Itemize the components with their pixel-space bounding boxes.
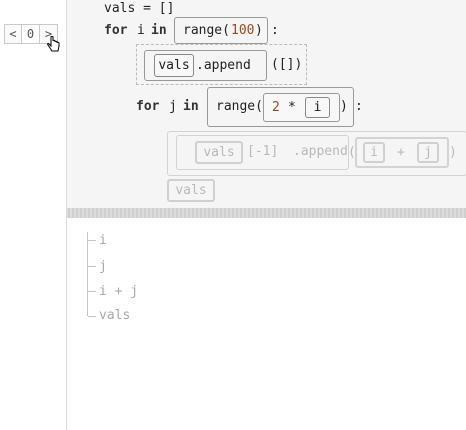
append-call-block[interactable]: vals .append <box>144 50 267 81</box>
tree-item-i[interactable]: i <box>99 233 107 248</box>
append-method: .append <box>196 58 251 73</box>
panel-splitter[interactable] <box>66 208 466 218</box>
range-close-inner: ) <box>340 99 348 114</box>
variable-tree: i j i + j vals <box>66 218 466 430</box>
ghost-close-paren: ) <box>449 145 457 160</box>
range-arg: 100 <box>231 23 255 38</box>
tree-branch <box>88 316 96 317</box>
tree-branch <box>88 266 96 267</box>
tree-item-j[interactable]: j <box>99 259 107 274</box>
in-keyword: in <box>151 23 167 38</box>
ghost-plus-op: + <box>397 145 405 160</box>
for-keyword: for <box>104 23 128 38</box>
ghost-index: [-1] <box>247 144 279 159</box>
step-index: 0 <box>22 24 40 44</box>
in-keyword-inner: in <box>183 99 199 114</box>
ghost-j-block: j <box>417 142 439 163</box>
loop-var-j: j <box>169 99 177 114</box>
tree-item-vals[interactable]: vals <box>99 308 130 323</box>
range-expr-block[interactable]: range( 2 * i ) <box>207 87 354 127</box>
ghost-addition-block: i + j <box>355 137 449 168</box>
ghost-vals-result: vals <box>167 179 215 202</box>
loop-var-i: i <box>137 23 145 38</box>
colon-inner: : <box>355 99 363 114</box>
code-editor: vals = [] for i in range( 100 ) : vals .… <box>66 0 466 208</box>
tree-item-i-plus-j[interactable]: i + j <box>99 284 138 299</box>
colon: : <box>271 23 279 38</box>
ghost-i-block: i <box>363 142 385 163</box>
var-i-block[interactable]: i <box>305 97 330 118</box>
hand-cursor-icon <box>47 35 61 57</box>
tree-branch <box>88 291 96 292</box>
ghost-vals-block: vals <box>195 141 243 164</box>
number-2: 2 <box>272 100 280 115</box>
range-call: range( <box>183 23 230 38</box>
ghost-append-method: .append <box>293 144 348 159</box>
multiply-expr-block[interactable]: 2 * i <box>263 93 340 122</box>
prev-step-button[interactable]: < <box>4 24 22 44</box>
tree-trunk <box>87 232 88 316</box>
range-call-inner: range( <box>216 99 263 114</box>
for-keyword-inner: for <box>136 99 160 114</box>
append-args: ([]) <box>271 57 303 72</box>
code-line-vals-init: vals = [] <box>104 1 175 16</box>
tree-branch <box>88 240 96 241</box>
ghost-append-block: vals [-1] .append <box>176 135 349 170</box>
range-100-block[interactable]: range( 100 ) <box>174 17 268 44</box>
multiply-op: * <box>288 100 296 115</box>
vals-block[interactable]: vals <box>154 54 194 77</box>
range-close: ) <box>255 23 263 38</box>
